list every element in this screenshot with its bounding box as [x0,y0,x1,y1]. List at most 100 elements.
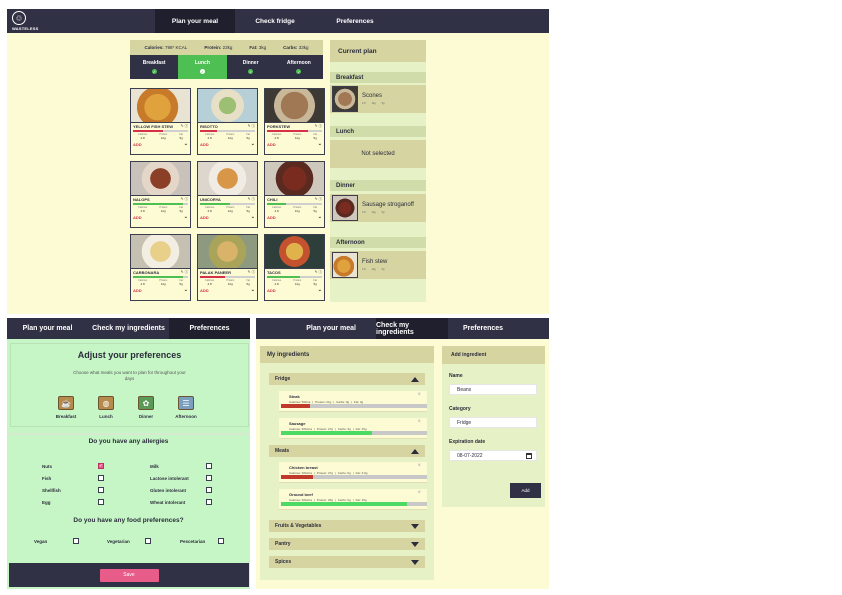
allergy-checkbox[interactable] [206,487,212,493]
edit-icon[interactable]: ✎ ⓘ [315,197,322,202]
meal-option-dinner[interactable]: ✿ Dinner [135,396,157,419]
nav-check-ingredients[interactable]: Check my ingredients [376,318,448,339]
recipe-card[interactable]: CARBONARA ✎ ⓘ Calories 4.8 Protein 12g Fat 5g AD… [130,234,191,301]
expiration-date-field[interactable]: 08-07-2022 [449,450,537,461]
meal-option-breakfast[interactable]: ☕ Breakfast [55,396,77,419]
chevron-down-icon[interactable]: ⌄ [184,215,188,220]
nav-check-ingredients[interactable]: Check my ingredients [88,318,169,339]
nav-preferences[interactable]: Preferences [448,318,518,339]
allergy-checkbox[interactable] [206,463,212,469]
ingredient-item[interactable]: Steak × Calories: 56kCa | Protein: 21g | Carb… [279,391,427,412]
chevron-down-icon[interactable]: ⌄ [184,288,188,293]
add-button[interactable]: Add [510,483,541,498]
plan-macros: 4.8 12g 5g [362,268,385,271]
save-button[interactable]: Save [99,568,159,582]
allergy-checkbox[interactable]: ✓ [98,463,104,469]
chevron-down-icon[interactable]: ⌄ [251,142,255,147]
add-recipe-button[interactable]: ADD ⌄ [131,286,190,294]
chevron-down-icon[interactable]: ⌄ [184,142,188,147]
nav-preferences[interactable]: Preferences [169,318,250,339]
edit-icon[interactable]: ✎ ⓘ [315,270,322,275]
category-field[interactable]: Fridge [449,417,537,428]
category-spices[interactable]: Spices [269,556,425,568]
edit-icon[interactable]: ✎ ⓘ [181,270,188,275]
recipe-stats: Calories 4.8 Protein 12g Fat 5g [205,279,250,286]
name-field[interactable]: Beans [449,384,537,395]
add-recipe-button[interactable]: ADD ⌄ [198,213,257,221]
nav-plan-meal[interactable]: Plan your meal [155,9,235,33]
add-recipe-button[interactable]: ADD ⌄ [131,140,190,148]
recipe-card[interactable]: CHILI ✎ ⓘ Calories 4.8 Protein 12g Fat 5g ADD ⌄ [264,161,325,228]
recipe-card[interactable]: YELLOW FISH STEW ✎ ⓘ Calories 4.8 Protein 12g… [130,88,191,155]
category-pantry[interactable]: Pantry [269,538,425,550]
plan-afternoon-item[interactable]: Fish stew 4.8 12g 5g [330,251,426,279]
allergy-checkbox[interactable] [98,475,104,481]
recipe-card[interactable]: PORKSTEW ✎ ⓘ Calories 4.8 Protein 12g Fat 5g ADD… [264,88,325,155]
category-fruits-vegetables[interactable]: Fruits & Vegetables [269,520,425,532]
edit-icon[interactable]: ✎ ⓘ [248,197,255,202]
recipe-image [198,235,257,269]
chevron-down-icon[interactable]: ⌄ [318,215,322,220]
add-recipe-button[interactable]: ADD ⌄ [265,140,324,148]
chevron-down-icon[interactable]: ⌄ [318,288,322,293]
edit-icon[interactable]: ✎ ⓘ [248,270,255,275]
recipe-title-row: CARBONARA ✎ ⓘ [131,269,190,276]
close-icon[interactable]: × [417,490,421,496]
tab-afternoon[interactable]: Afternoon ✓ [275,55,323,79]
tab-dinner[interactable]: Dinner ✓ [227,55,275,79]
add-recipe-button[interactable]: ADD ⌄ [198,286,257,294]
tab-breakfast[interactable]: Breakfast ✓ [130,55,178,79]
recipe-title-row: NALOPS ✎ ⓘ [131,196,190,203]
preferences-subtitle: Choose what meals you want to plan for t… [73,370,186,381]
edit-icon[interactable]: ✎ ⓘ [248,124,255,129]
meal-option-lunch[interactable]: ◍ Lunch [95,396,117,419]
logo[interactable]: ♲ WASTELESS [7,9,155,33]
tab-lunch[interactable]: Lunch ✓ [178,55,227,79]
allergy-checkbox[interactable] [206,499,212,505]
ingredient-item[interactable]: Chicken breast × Calories: 301kCa | Protein… [279,462,427,483]
add-recipe-button[interactable]: ADD ⌄ [265,213,324,221]
nav-check-fridge[interactable]: Check fridge [235,9,315,33]
edit-icon[interactable]: ✎ ⓘ [315,124,322,129]
chevron-down-icon[interactable]: ⌄ [251,288,255,293]
add-recipe-button[interactable]: ADD ⌄ [131,213,190,221]
recipe-card[interactable]: TACOS ✎ ⓘ Calories 4.8 Protein 12g Fat 5g ADD ⌄ [264,234,325,301]
plan-lunch-item[interactable]: Not selected [330,140,426,168]
close-icon[interactable]: × [417,392,421,398]
ingredient-item[interactable]: Ground beef × Calories: 301kCa | Protein: 2… [279,489,427,510]
plan-breakfast-label: Breakfast [330,72,426,83]
calendar-icon[interactable] [526,453,532,459]
plan-dinner-label: Dinner [330,180,426,191]
plan-dinner-item[interactable]: Sausage stroganoff 4.8 12g 5g [330,194,426,222]
allergy-checkbox[interactable] [98,487,104,493]
recipe-card[interactable]: UNICORYA ✎ ⓘ Calories 4.8 Protein 12g Fat 5g ADD… [197,161,258,228]
top-nav: Plan your meal Check my ingredients Pref… [7,318,250,339]
recipe-stats: Calories 4.8 Protein 12g Fat 5g [138,206,183,213]
close-icon[interactable]: × [417,463,421,469]
allergy-checkbox[interactable] [206,475,212,481]
recipe-stats: Calories 4.8 Protein 12g Fat 5g [205,133,250,140]
chevron-down-icon[interactable]: ⌄ [318,142,322,147]
category-meats[interactable]: Meats [269,445,425,457]
add-recipe-button[interactable]: ADD ⌄ [198,140,257,148]
meal-option-afternoon[interactable]: ☰ Afternoon [175,396,197,419]
category-label: Category [449,406,471,412]
nav-preferences[interactable]: Preferences [315,9,395,33]
nav-plan-meal[interactable]: Plan your meal [256,318,376,339]
food-preference-checkbox[interactable] [73,538,79,544]
add-recipe-button[interactable]: ADD ⌄ [265,286,324,294]
recipe-card[interactable]: NALOPS ✎ ⓘ Calories 4.8 Protein 12g Fat 5g ADD ⌄ [130,161,191,228]
food-preference-checkbox[interactable] [145,538,151,544]
plan-breakfast-item[interactable]: Scones 4.8 12g 5g [330,85,426,113]
allergy-checkbox[interactable] [98,499,104,505]
recipe-card[interactable]: RISOTTO ✎ ⓘ Calories 4.8 Protein 12g Fat 5g ADD ⌄ [197,88,258,155]
ingredient-item[interactable]: Sausage × Calories: 301kCa | Protein: 27g | C… [279,418,427,439]
edit-icon[interactable]: ✎ ⓘ [181,124,188,129]
recipe-card[interactable]: PALAK PANEER ✎ ⓘ Calories 4.8 Protein 12g Fat 5… [197,234,258,301]
category-fridge[interactable]: Fridge [269,373,425,385]
chevron-down-icon[interactable]: ⌄ [251,215,255,220]
close-icon[interactable]: × [417,419,421,425]
food-preference-checkbox[interactable] [218,538,224,544]
nav-plan-meal[interactable]: Plan your meal [7,318,88,339]
edit-icon[interactable]: ✎ ⓘ [181,197,188,202]
